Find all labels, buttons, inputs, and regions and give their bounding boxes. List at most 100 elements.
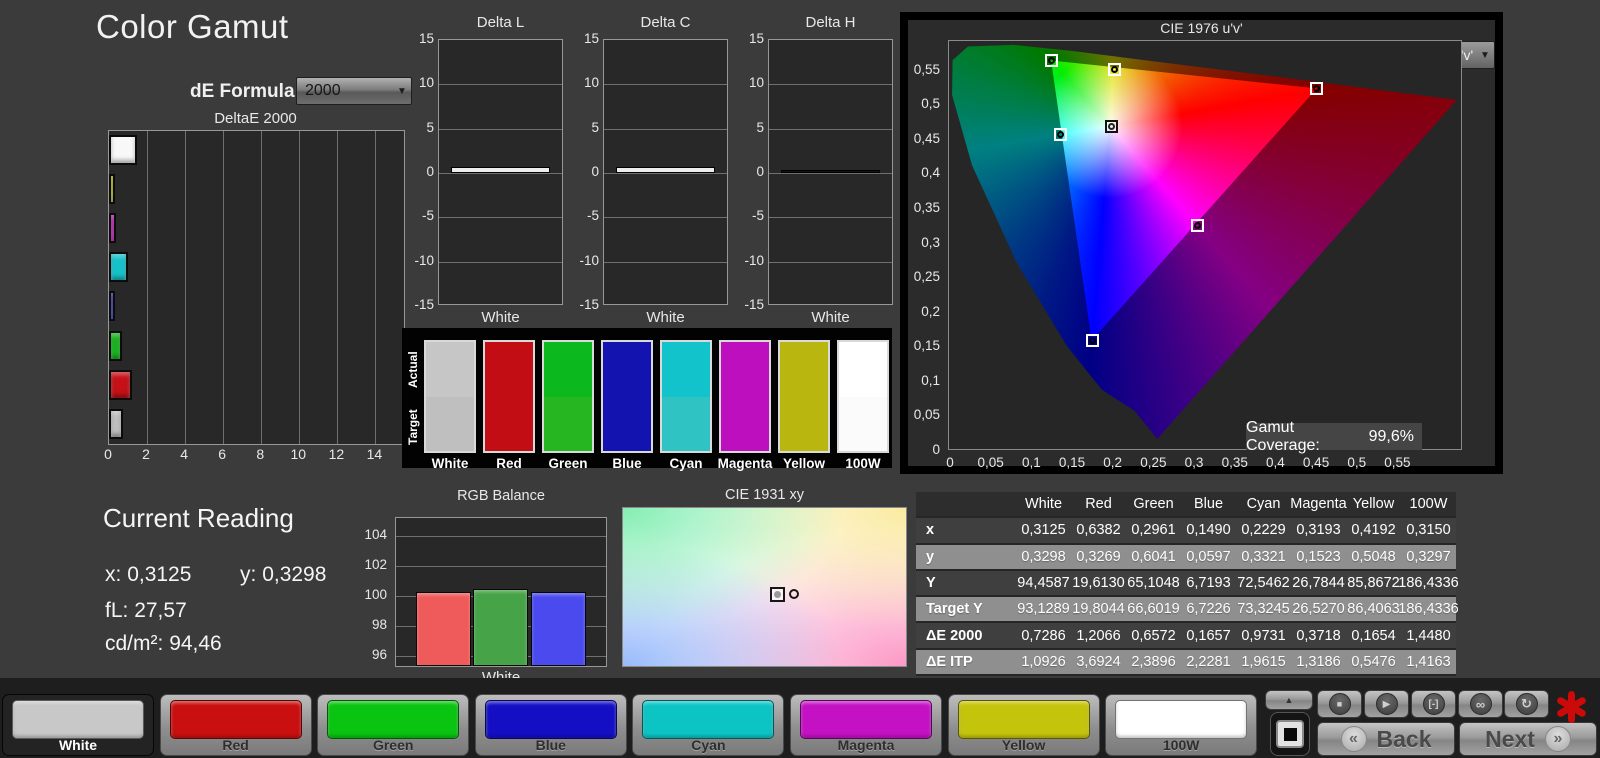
delta-gridline <box>604 84 727 85</box>
continuous-measure-button[interactable]: ∞ <box>1458 690 1503 718</box>
pattern-button-100w[interactable]: 100W <box>1105 694 1257 756</box>
pattern-button-yellow[interactable]: Yellow <box>948 694 1100 756</box>
table-cell: 0,3193 <box>1291 518 1346 544</box>
cie-uv-ytick: 0,2 <box>898 304 940 319</box>
delta-ytick: 0 <box>732 164 764 179</box>
measure-once-button[interactable]: ▶ <box>1364 690 1409 718</box>
pattern-button-label: Blue <box>476 737 626 753</box>
table-cell: 2,3896 <box>1126 650 1181 676</box>
table-column-header: White <box>1016 492 1071 518</box>
pattern-window-button[interactable] <box>1270 712 1310 756</box>
table-cell: 1,4163 <box>1401 650 1456 676</box>
table-cell: 72,5462 <box>1236 571 1291 597</box>
deltae-bar-100w <box>109 135 137 165</box>
cie-uv-ytick: 0,3 <box>898 235 940 250</box>
table-cell: 2,2281 <box>1181 650 1236 676</box>
table-cell: 0,0597 <box>1181 545 1236 571</box>
reading-cdm2: cd/m²: 94,46 <box>105 632 222 656</box>
back-button[interactable]: « Back <box>1317 722 1455 756</box>
deltae-chart-plot <box>108 130 405 445</box>
pattern-button-red[interactable]: Red <box>160 694 312 756</box>
stop-measure-button[interactable]: ■ <box>1317 690 1362 718</box>
actual-target-swatch-panel: Actual Target WhiteRedGreenBlueCyanMagen… <box>402 328 892 468</box>
delta-chart-plot <box>768 39 893 305</box>
delta-ytick: -15 <box>567 297 599 312</box>
refresh-button[interactable]: ↻ <box>1504 690 1549 718</box>
pattern-button-blue[interactable]: Blue <box>475 694 627 756</box>
actual-swatch <box>544 342 592 397</box>
pattern-swatch <box>1115 700 1247 739</box>
target-swatch <box>544 397 592 452</box>
continuous-glyph: ∞ <box>1476 697 1485 712</box>
rgb-ytick: 98 <box>352 617 387 632</box>
table-cell: 186,4336 <box>1401 597 1456 623</box>
table-cell: 3,6924 <box>1071 650 1126 676</box>
delta-chart-plot <box>603 39 728 305</box>
pattern-window-icon-inner <box>1284 728 1297 741</box>
rgb-bar-red <box>416 592 471 667</box>
cie-uv-title: CIE 1976 u'v' <box>908 20 1495 36</box>
table-cell: 0,3150 <box>1401 518 1456 544</box>
pattern-button-label: Yellow <box>949 737 1099 753</box>
pattern-button-green[interactable]: Green <box>317 694 469 756</box>
cie-uv-yaxis: 00,050,10,150,20,250,30,350,40,450,50,55 <box>898 40 944 452</box>
pattern-button-magenta[interactable]: Magenta <box>790 694 942 756</box>
rgb-bar-blue <box>531 592 586 667</box>
table-cell: 0,6041 <box>1126 545 1181 571</box>
measurement-results-table: WhiteRedGreenBlueCyanMagentaYellow100Wx0… <box>916 492 1456 676</box>
deltae-gridline <box>337 131 338 444</box>
table-row-label: Y <box>916 571 1016 597</box>
swatch-column-red <box>483 340 535 453</box>
stop-glyph: ■ <box>1337 699 1342 709</box>
delta-ytick: -5 <box>567 208 599 223</box>
cie-uv-xtick: 0,1 <box>1022 455 1041 470</box>
cie-uv-xtick: 0,55 <box>1384 455 1410 470</box>
target-swatch <box>662 397 710 452</box>
swatch-column-label: Blue <box>599 456 655 471</box>
alert-asterisk-icon <box>1550 688 1592 726</box>
cie-uv-point-white <box>1105 120 1118 133</box>
delta-ytick: 15 <box>732 31 764 46</box>
page-title: Color Gamut <box>96 8 289 46</box>
infinity-icon: ∞ <box>1470 693 1492 715</box>
cie-uv-ytick: 0,25 <box>898 269 940 284</box>
table-cell: 1,2066 <box>1071 623 1126 649</box>
rgb-gridline <box>396 566 606 567</box>
measure-series-button[interactable]: [-] <box>1411 690 1456 718</box>
deltae-bar-yellow <box>109 174 115 204</box>
reading-x-label: x: <box>105 563 121 586</box>
next-button[interactable]: Next » <box>1459 722 1597 756</box>
table-cell: 6,7226 <box>1181 597 1236 623</box>
delta-gridline <box>769 173 892 174</box>
measured-point-dot <box>774 591 781 598</box>
delta-gridline <box>769 217 892 218</box>
delta-chart-title: Delta H <box>768 14 893 31</box>
deltae-bar-white <box>109 409 123 439</box>
target-swatch <box>721 397 769 452</box>
delta-gridline <box>439 84 562 85</box>
actual-swatch <box>780 342 828 397</box>
delta-gridline <box>604 173 727 174</box>
pattern-button-white[interactable]: White <box>2 694 154 756</box>
delta-ytick: 15 <box>402 31 434 46</box>
pattern-button-label: Magenta <box>791 737 941 753</box>
de-formula-dropdown[interactable]: 2000 ▼ <box>296 77 412 105</box>
deltae-gridline <box>375 131 376 444</box>
delta-ytick: -5 <box>402 208 434 223</box>
cie-uv-point-green <box>1045 54 1058 67</box>
table-cell: 0,5048 <box>1346 545 1401 571</box>
reading-x-value: 0,3125 <box>127 563 191 586</box>
table-cell: 65,1048 <box>1126 571 1181 597</box>
de-formula-label: dE Formula: <box>190 81 301 103</box>
delta-chart-xlabel: White <box>603 309 728 326</box>
table-cell: 0,3718 <box>1291 623 1346 649</box>
cie-uv-xaxis: 00,050,10,150,20,250,30,350,40,450,50,55 <box>948 455 1462 471</box>
swatch-column-yellow <box>778 340 830 453</box>
deltae-xtick: 0 <box>104 446 112 462</box>
delta-chart-plot <box>438 39 563 305</box>
table-cell: 0,4192 <box>1346 518 1401 544</box>
table-cell: 26,5270 <box>1291 597 1346 623</box>
pattern-button-label: Cyan <box>633 737 783 753</box>
pattern-button-cyan[interactable]: Cyan <box>632 694 784 756</box>
collapse-panel-button[interactable]: ▲ <box>1265 690 1313 710</box>
